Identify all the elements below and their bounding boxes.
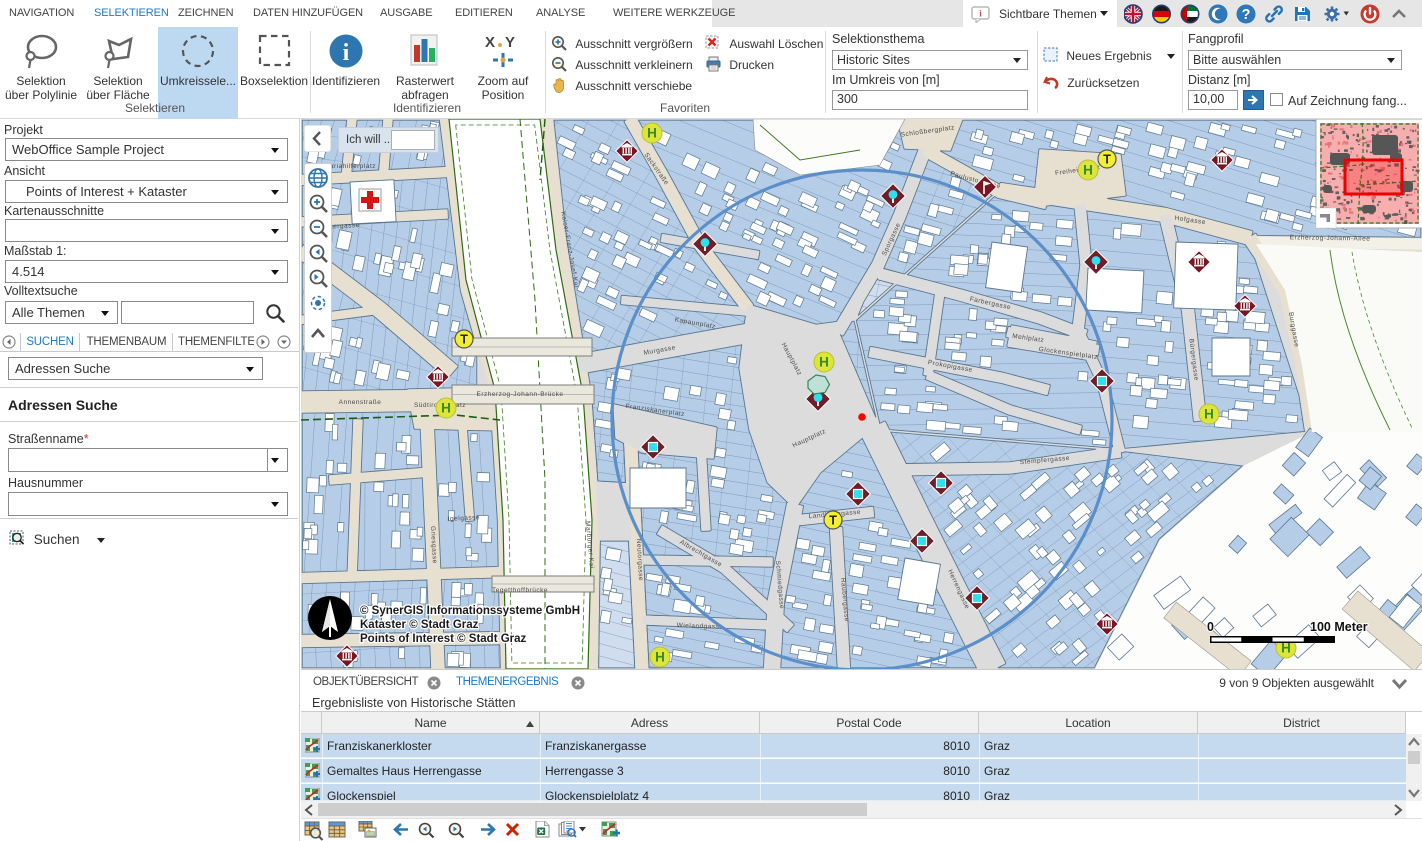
svg-text:X: X <box>485 34 495 51</box>
svg-text:Erzherzog-Johann-Brücke: Erzherzog-Johann-Brücke <box>476 391 563 398</box>
svg-text:Kataster © Stadt Graz: Kataster © Stadt Graz <box>360 619 479 631</box>
svg-text:Y: Y <box>505 34 515 51</box>
svg-text:Annenstraße: Annenstraße <box>339 399 382 406</box>
svg-text:?: ? <box>1242 7 1251 23</box>
svg-text:Tegetthoffbrücke: Tegetthoffbrücke <box>492 587 548 594</box>
svg-text:0: 0 <box>1207 620 1214 634</box>
svg-text:Points of Interest © Stadt Gra: Points of Interest © Stadt Graz <box>360 633 527 645</box>
svg-text:© SynerGIS Informationssysteme: © SynerGIS Informationssysteme GmbH <box>360 605 580 617</box>
svg-text:100 Meter: 100 Meter <box>1310 620 1368 634</box>
svg-text:Erzherzog-Johann-Allee: Erzherzog-Johann-Allee <box>1290 234 1371 242</box>
svg-text:i: i <box>343 40 350 66</box>
